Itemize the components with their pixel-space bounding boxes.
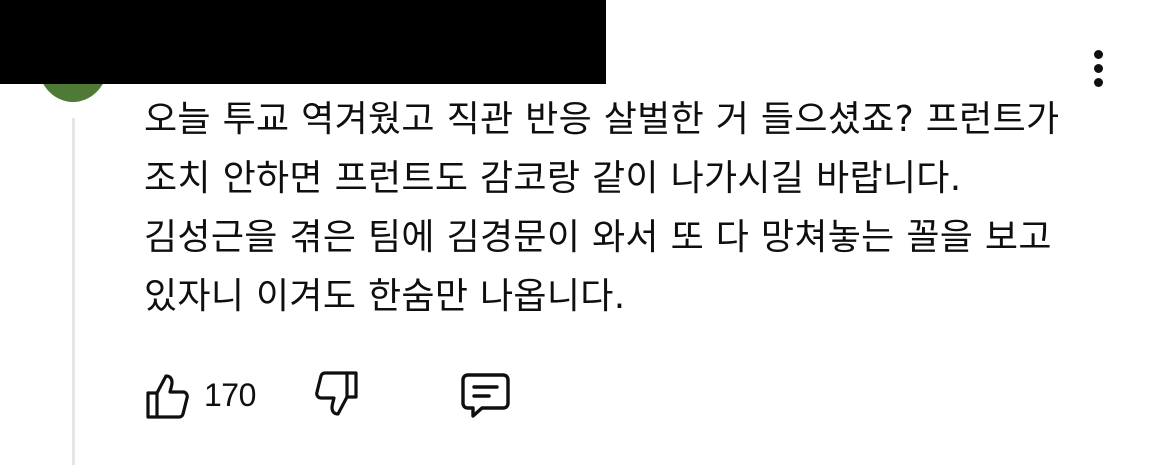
thumbs-up-icon bbox=[146, 374, 189, 419]
redacted-username-bar bbox=[0, 0, 606, 84]
more-vertical-icon-dot bbox=[1093, 63, 1103, 73]
more-options-button[interactable] bbox=[1083, 44, 1113, 92]
like-count: 170 bbox=[204, 377, 256, 413]
like-button[interactable] bbox=[144, 370, 190, 420]
comment-icon bbox=[461, 373, 510, 418]
thumbs-down-icon bbox=[315, 371, 358, 416]
reply-button[interactable] bbox=[460, 370, 512, 420]
comment-text: 오늘 투교 역겨웠고 직관 반응 살벌한 거 들으셨죠? 프런트가 조치 안하면… bbox=[144, 99, 1072, 317]
more-vertical-icon-dot bbox=[1093, 77, 1103, 87]
reply-thread-line bbox=[72, 118, 75, 465]
dislike-button[interactable] bbox=[314, 370, 360, 420]
more-vertical-icon bbox=[1093, 49, 1103, 59]
